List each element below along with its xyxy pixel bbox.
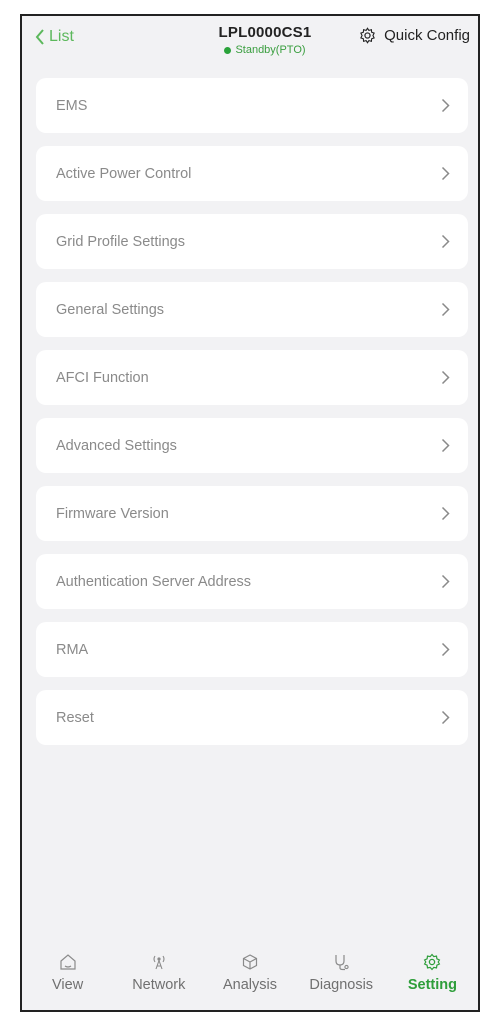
quick-config-button[interactable]: Quick Config <box>359 27 470 44</box>
device-header: LPL0000CS1 Standby(PTO) <box>210 24 320 56</box>
menu-item-label: RMA <box>56 641 89 658</box>
menu-item-label: EMS <box>56 97 88 114</box>
nav-label: Diagnosis <box>309 977 374 993</box>
cube-icon <box>242 954 258 970</box>
status-dot-icon <box>224 46 232 54</box>
menu-item-afci-function[interactable]: AFCI Function <box>36 350 468 405</box>
chevron-right-icon <box>441 370 450 385</box>
menu-item-label: Active Power Control <box>56 165 192 182</box>
settings-list: EMS Active Power Control Grid Profile Se… <box>36 78 468 758</box>
nav-label: Setting <box>407 977 457 993</box>
nav-label: View <box>52 977 84 993</box>
chevron-right-icon <box>441 98 450 113</box>
chevron-right-icon <box>441 574 450 589</box>
menu-item-ems[interactable]: EMS <box>36 78 468 133</box>
chevron-left-icon <box>35 29 44 45</box>
nav-label: Analysis <box>223 977 277 993</box>
nav-item-setting[interactable]: Setting <box>387 938 478 1010</box>
menu-item-authentication-server-address[interactable]: Authentication Server Address <box>36 554 468 609</box>
page-title: LPL0000CS1 <box>218 24 312 41</box>
menu-item-label: Firmware Version <box>56 505 169 522</box>
menu-item-label: Advanced Settings <box>56 437 177 454</box>
back-button[interactable]: List <box>34 28 74 46</box>
chevron-right-icon <box>441 302 450 317</box>
nav-item-analysis[interactable]: Analysis <box>204 938 295 1010</box>
chevron-right-icon <box>441 166 450 181</box>
menu-item-general-settings[interactable]: General Settings <box>36 282 468 337</box>
chevron-right-icon <box>441 438 450 453</box>
menu-item-label: AFCI Function <box>56 369 149 386</box>
home-icon <box>59 954 76 970</box>
menu-item-advanced-settings[interactable]: Advanced Settings <box>36 418 468 473</box>
status-badge: Standby(PTO) <box>210 44 320 56</box>
antenna-icon <box>153 955 165 970</box>
nav-item-diagnosis[interactable]: Diagnosis <box>296 938 387 1010</box>
gear-icon <box>424 953 441 971</box>
gear-icon <box>360 27 376 44</box>
menu-item-firmware-version[interactable]: Firmware Version <box>36 486 468 541</box>
nav-item-network[interactable]: Network <box>113 938 204 1010</box>
nav-label: Network <box>132 977 186 993</box>
chevron-right-icon <box>441 506 450 521</box>
back-label: List <box>49 28 74 45</box>
nav-item-view[interactable]: View <box>22 938 113 1010</box>
menu-item-label: Reset <box>56 709 94 726</box>
menu-item-reset[interactable]: Reset <box>36 690 468 745</box>
top-bar: List LPL0000CS1 Standby(PTO) Quick Confi… <box>22 16 478 78</box>
stethoscope-icon <box>335 955 349 971</box>
app-screen: List LPL0000CS1 Standby(PTO) Quick Confi… <box>20 14 480 1012</box>
chevron-right-icon <box>441 234 450 249</box>
chevron-right-icon <box>441 642 450 657</box>
status-text: Standby(PTO) <box>235 44 306 56</box>
chevron-right-icon <box>441 710 450 725</box>
menu-item-rma[interactable]: RMA <box>36 622 468 677</box>
bottom-nav: View Network Analysis Diagnosis Setting <box>22 938 478 1010</box>
menu-item-active-power-control[interactable]: Active Power Control <box>36 146 468 201</box>
menu-item-label: General Settings <box>56 301 165 318</box>
menu-item-grid-profile-settings[interactable]: Grid Profile Settings <box>36 214 468 269</box>
menu-item-label: Grid Profile Settings <box>56 233 185 250</box>
quick-config-label: Quick Config <box>384 27 470 44</box>
menu-item-label: Authentication Server Address <box>56 573 252 590</box>
